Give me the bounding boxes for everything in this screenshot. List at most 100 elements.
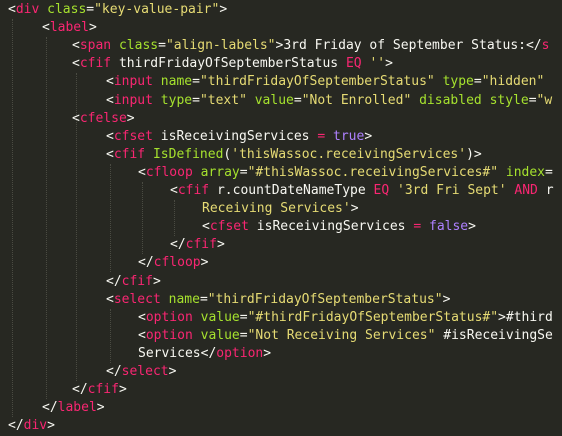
punctuation-token: > [263, 345, 272, 361]
punctuation-token: < [106, 128, 114, 144]
code-line[interactable]: Services</option> [138, 345, 271, 363]
code-line[interactable]: </div> [8, 417, 55, 435]
tag-name-token: cfif [121, 273, 153, 289]
punctuation-token: = [239, 164, 248, 180]
punctuation-token: = [158, 38, 166, 54]
code-line[interactable]: </cfloop> [138, 254, 208, 272]
code-line[interactable]: <cfif IsDefined('thisWassoc.receivingSer… [106, 146, 482, 164]
tag-name-token: cfloop [145, 164, 193, 180]
code-line[interactable]: </cfif> [106, 273, 161, 291]
punctuation-token: = [239, 309, 248, 325]
code-line[interactable]: <label> [42, 19, 97, 37]
tag-name-token: option [145, 309, 193, 325]
punctuation-token: < [106, 291, 114, 307]
punctuation-token: > [126, 110, 135, 126]
attribute-token: disabled [419, 92, 482, 108]
punctuation-token: < [202, 219, 210, 235]
code-line[interactable]: <select name="thirdFridayOfSeptemberStat… [106, 291, 450, 309]
code-line[interactable]: </cfif> [72, 381, 127, 399]
code-line[interactable]: <option value="Not Receiving Services" #… [138, 327, 553, 345]
string-token: "text" [199, 92, 247, 108]
punctuation-token: < [138, 327, 146, 343]
tag-name-token: option [216, 345, 264, 361]
code-line[interactable]: </label> [42, 399, 105, 417]
string-token: "Not Receiving Services" [247, 327, 436, 343]
string-token: '' [369, 56, 386, 72]
tag-name-token: cfset [113, 128, 153, 144]
code-line[interactable]: Receiving Services'> [202, 200, 359, 218]
constant-token: true [333, 128, 365, 144]
tag-name-token: input [113, 74, 153, 90]
attribute-token: type [160, 92, 193, 108]
code-line[interactable]: </cfif> [170, 236, 225, 254]
code-line[interactable]: <cfif r.countDateNameType EQ '3rd Fri Se… [170, 182, 554, 200]
code-line[interactable]: <option value="#thirdFridayOfSeptemberSt… [138, 309, 553, 327]
text-token: #isReceivingSe [435, 327, 553, 343]
attribute-token: name [160, 74, 193, 90]
punctuation-token: </ [106, 273, 122, 289]
string-token: "thirdFridayOfSeptemberStatus" [199, 74, 435, 90]
text-token: isReceivingServices [248, 219, 414, 235]
code-line[interactable]: <cfset isReceivingServices = false> [202, 218, 476, 236]
punctuation-token: < [106, 92, 114, 108]
punctuation-token: > [216, 237, 225, 253]
attribute-token: style [489, 92, 529, 108]
code-line[interactable]: <cfelse> [72, 110, 135, 128]
punctuation-token: < [170, 183, 178, 198]
punctuation-token: < [138, 164, 146, 180]
punctuation-token: > [168, 364, 177, 379]
tag-name-token: cfif [79, 56, 112, 72]
keyword-token: = [413, 219, 422, 235]
attribute-token: array [200, 164, 240, 180]
punctuation-token: = [86, 2, 95, 17]
punctuation-token: = [192, 92, 200, 108]
code-line[interactable]: <cfset isReceivingServices = true> [106, 128, 372, 146]
tag-name-token: span [79, 38, 112, 54]
tag-name-token: select [113, 291, 161, 307]
constant-token: false [429, 219, 469, 235]
string-token: "w [536, 92, 553, 108]
punctuation-token: > [200, 255, 209, 271]
attribute-token: class [47, 2, 87, 17]
punctuation-token: < [138, 309, 146, 325]
code-line[interactable]: <input type="text" value="Not Enrolled" … [106, 92, 552, 110]
string-token: "align-labels" [165, 38, 276, 54]
code-line[interactable]: <div class="key-value-pair"> [8, 1, 227, 19]
punctuation-token: > [385, 56, 393, 72]
string-token: Receiving Services' [202, 201, 351, 217]
code-line[interactable]: <cfloop array="#thisWassoc.receivingServ… [138, 164, 553, 182]
code-editor[interactable]: <div class="key-value-pair"> <label> <span… [0, 0, 562, 436]
punctuation-token: </ [8, 418, 24, 434]
text-token: thirdFridayOfSeptemberStatus [111, 56, 346, 72]
punctuation-token: > [88, 20, 97, 36]
punctuation-token: > [442, 291, 451, 307]
punctuation-token: = [239, 327, 248, 343]
tag-name-token: div [23, 418, 48, 434]
punctuation-token: < [8, 2, 16, 17]
code-line[interactable]: <input name="thirdFridayOfSeptemberStatu… [106, 73, 552, 91]
code-line[interactable]: <cfif thirdFridayOfSeptemberStatus EQ ''… [72, 55, 393, 73]
text-token: 3rd Friday of September Status: [283, 38, 526, 54]
punctuation-token: </ [170, 237, 186, 253]
code-line[interactable]: <span class="align-labels">3rd Friday of… [72, 37, 549, 55]
tag-name-token: cfif [113, 146, 146, 162]
attribute-token: class [118, 38, 159, 54]
punctuation-token: = [199, 291, 208, 307]
code-line[interactable]: </select> [106, 363, 176, 381]
punctuation-token: < [72, 38, 80, 54]
